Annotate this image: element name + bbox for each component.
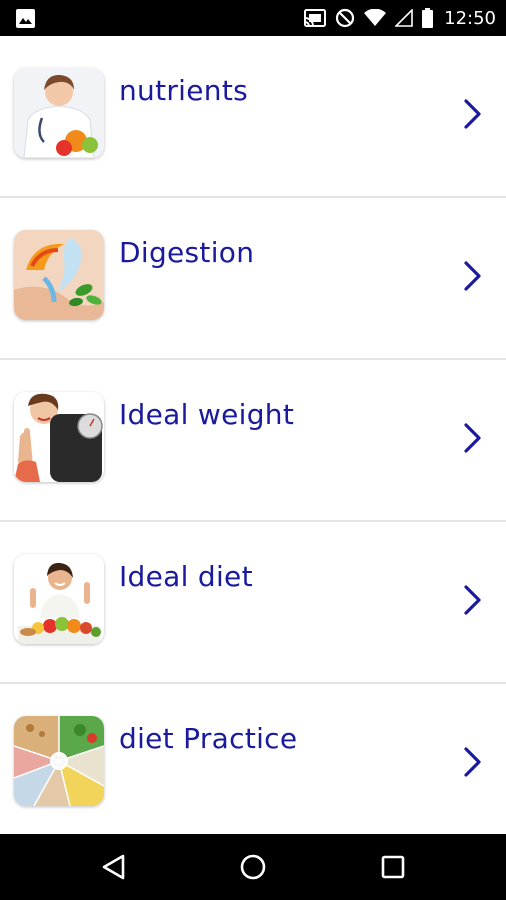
doctor-fruit-icon (14, 68, 104, 158)
status-bar: 12:50 (0, 0, 506, 36)
item-label: nutrients (119, 74, 249, 107)
back-icon[interactable] (99, 852, 129, 882)
list-item-nutrients[interactable]: nutrients (0, 36, 506, 198)
list-item-ideal-diet[interactable]: Ideal diet (0, 522, 506, 684)
chevron-right-icon[interactable] (458, 98, 486, 130)
item-label: Digestion (119, 236, 255, 269)
list-item-digestion[interactable]: Digestion (0, 198, 506, 360)
chevron-right-icon[interactable] (458, 584, 486, 616)
item-label: Ideal diet (119, 560, 253, 593)
weight-scale-icon (14, 392, 104, 482)
wifi-icon (364, 9, 387, 26)
chevron-right-icon[interactable] (458, 422, 486, 454)
signal-icon (395, 9, 413, 27)
do-not-disturb-icon (336, 8, 355, 28)
recents-icon[interactable] (378, 852, 408, 882)
status-time: 12:50 (444, 7, 496, 29)
cast-icon (304, 9, 327, 27)
item-label: Ideal weight (119, 398, 295, 431)
item-label: diet Practice (119, 722, 298, 755)
chevron-right-icon[interactable] (458, 260, 486, 292)
image-notification-icon (16, 9, 35, 28)
list-item-diet-practice[interactable]: diet Practice (0, 684, 506, 844)
home-icon[interactable] (238, 852, 268, 882)
navigation-bar (0, 834, 506, 900)
digestion-icon (14, 230, 104, 320)
food-collage-icon (14, 716, 104, 806)
battery-icon (422, 8, 434, 28)
list-item-ideal-weight[interactable]: Ideal weight (0, 360, 506, 522)
chevron-right-icon[interactable] (458, 746, 486, 778)
diet-woman-icon (14, 554, 104, 644)
topic-list: nutrients Digestion Ideal weight Ideal d… (0, 36, 506, 844)
status-icons: 12:50 (304, 0, 496, 36)
